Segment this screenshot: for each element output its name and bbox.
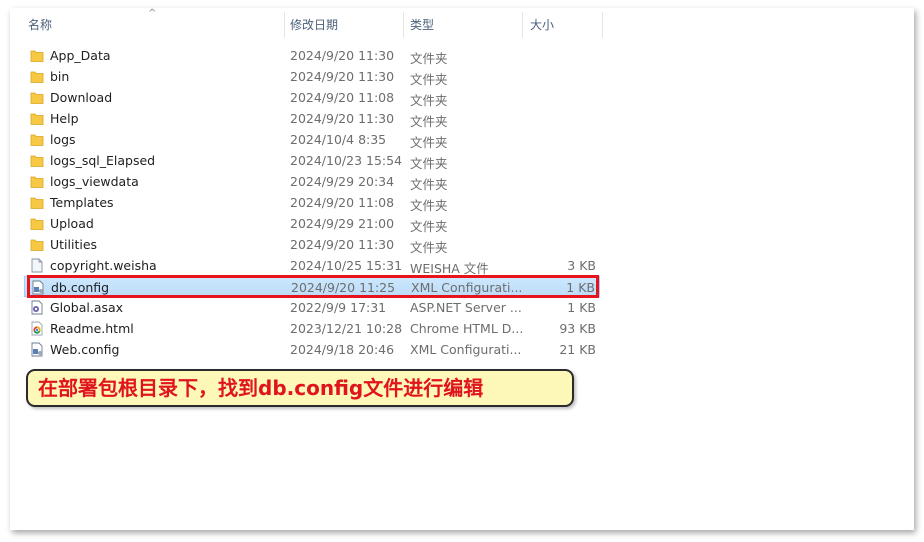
config-file-icon [30,342,44,357]
file-explorer-panel: 名称 ^ 修改日期 类型 大小 App_Data 2024/9/20 11:30 文… [10,8,914,530]
file-date: 2024/9/29 21:00 [290,216,395,231]
file-size: 21 KB [559,342,596,357]
column-header-type-label: 类型 [410,18,435,32]
file-type: 文件夹 [410,156,448,171]
file-size: 93 KB [559,321,596,336]
file-name: logs_sql_Elapsed [50,153,156,168]
file-date: 2024/9/20 11:30 [290,111,395,126]
file-type: 文件夹 [410,177,448,192]
asax-file-icon [30,300,44,315]
file-type: Chrome HTML D... [410,321,524,336]
file-name: copyright.weisha [50,258,157,273]
file-name: Templates [50,195,114,210]
file-name: Upload [50,216,94,231]
folder-icon [30,174,44,189]
column-header: 名称 ^ 修改日期 类型 大小 [10,8,914,38]
file-date: 2023/12/21 10:28 [290,321,403,336]
chrome-html-icon [30,321,44,336]
sort-ascending-icon: ^ [148,8,157,19]
column-header-name-label: 名称 [28,18,53,32]
file-name: Readme.html [50,321,134,336]
file-type: 文件夹 [410,219,448,234]
file-name: logs_viewdata [50,174,139,189]
file-name: Global.asax [50,300,124,315]
folder-icon [30,48,44,63]
file-name: bin [50,69,70,84]
config-file-icon [31,280,45,295]
file-type: XML Configurati... [410,342,522,357]
file-date: 2024/9/20 11:30 [290,48,395,63]
file-type: 文件夹 [410,135,448,150]
generic-file-icon [30,258,44,273]
file-type: 文件夹 [410,198,448,213]
column-header-type[interactable]: 类型 [402,8,522,38]
file-size: 3 KB [567,258,596,273]
folder-icon [30,69,44,84]
file-date: 2024/10/4 8:35 [290,132,387,147]
file-row[interactable]: bin 2024/9/20 11:30 文件夹 [24,66,600,87]
file-row[interactable]: Readme.html 2023/12/21 10:28 Chrome HTML D… [24,318,600,339]
file-type: 文件夹 [410,93,448,108]
file-name: App_Data [50,48,111,63]
file-name: logs [50,132,76,147]
file-row[interactable]: Download 2024/9/20 11:08 文件夹 [24,87,600,108]
file-row[interactable]: Help 2024/9/20 11:30 文件夹 [24,108,600,129]
file-date: 2024/9/20 11:30 [290,69,395,84]
file-name: Web.config [50,342,120,357]
file-name: Utilities [50,237,98,252]
file-row[interactable]: logs 2024/10/4 8:35 文件夹 [24,129,600,150]
file-row[interactable]: db.config 2024/9/20 11:25 XML Configurati.… [24,276,600,297]
column-header-date-label: 修改日期 [290,18,339,32]
column-divider[interactable] [602,12,603,38]
file-name: db.config [51,280,110,295]
file-row[interactable]: App_Data 2024/9/20 11:30 文件夹 [24,45,600,66]
file-date: 2024/9/29 20:34 [290,174,395,189]
file-date: 2024/9/18 20:46 [290,342,395,357]
file-date: 2024/9/20 11:08 [290,195,395,210]
column-header-date[interactable]: 修改日期 [282,8,402,38]
file-date: 2024/9/20 11:25 [291,280,396,295]
file-date: 2024/9/20 11:08 [290,90,395,105]
file-row[interactable]: Utilities 2024/9/20 11:30 文件夹 [24,234,600,255]
annotation-text: 在部署包根目录下，找到db.config文件进行编辑 [38,376,484,400]
file-type: WEISHA 文件 [410,261,489,276]
file-type: 文件夹 [410,51,448,66]
annotation-callout: 在部署包根目录下，找到db.config文件进行编辑 [26,369,574,407]
folder-icon [30,111,44,126]
file-row[interactable]: Templates 2024/9/20 11:08 文件夹 [24,192,600,213]
folder-icon [30,132,44,147]
column-header-size-label: 大小 [530,18,555,32]
folder-icon [30,90,44,105]
file-type: 文件夹 [410,240,448,255]
folder-icon [30,195,44,210]
column-header-size[interactable]: 大小 [522,8,602,38]
file-date: 2024/9/20 11:30 [290,237,395,252]
folder-icon [30,153,44,168]
file-row[interactable]: copyright.weisha 2024/10/25 15:31 WEISHA 文… [24,255,600,276]
file-date: 2024/10/25 15:31 [290,258,403,273]
file-type: XML Configurati... [411,280,523,295]
file-row[interactable]: logs_viewdata 2024/9/29 20:34 文件夹 [24,171,600,192]
file-type: ASP.NET Server ... [410,300,522,315]
file-size: 1 KB [567,300,596,315]
file-name: Help [50,111,79,126]
file-name: Download [50,90,113,105]
file-row[interactable]: Global.asax 2022/9/9 17:31 ASP.NET Server … [24,297,600,318]
file-type: 文件夹 [410,114,448,129]
file-size: 1 KB [566,280,595,295]
folder-icon [30,237,44,252]
file-type: 文件夹 [410,72,448,87]
file-row[interactable]: Upload 2024/9/29 21:00 文件夹 [24,213,600,234]
folder-icon [30,216,44,231]
file-row[interactable]: logs_sql_Elapsed 2024/10/23 15:54 文件夹 [24,150,600,171]
file-date: 2024/10/23 15:54 [290,153,403,168]
file-row[interactable]: Web.config 2024/9/18 20:46 XML Configurati… [24,339,600,360]
file-date: 2022/9/9 17:31 [290,300,387,315]
